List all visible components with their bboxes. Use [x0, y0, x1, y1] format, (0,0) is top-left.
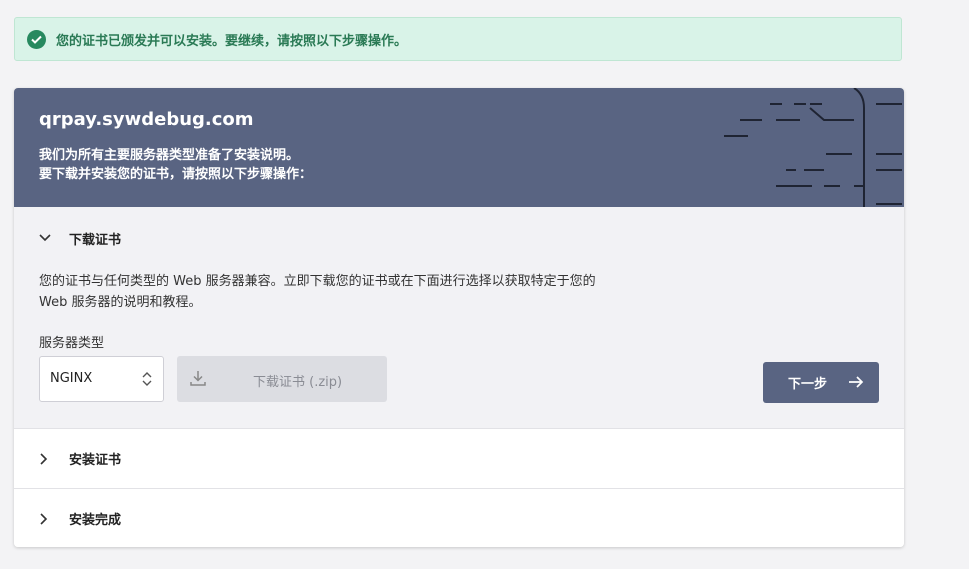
- header-subtitle-2: 要下载并安装您的证书，请按照以下步骤操作：: [39, 167, 313, 182]
- step-complete[interactable]: 安装完成: [14, 489, 904, 547]
- server-type-value: NGINX: [50, 371, 93, 386]
- chevron-right-icon[interactable]: [38, 512, 48, 526]
- download-label: 下载证书 (.zip): [253, 375, 343, 390]
- next-step-button[interactable]: 下一步: [763, 362, 879, 403]
- step-description: 您的证书与任何类型的 Web 服务器兼容。立即下载您的证书或在下面进行选择以获取…: [39, 274, 596, 310]
- server-type-select[interactable]: NGINX: [39, 356, 164, 402]
- chevron-right-icon[interactable]: [38, 452, 48, 466]
- check-circle-icon: [27, 29, 46, 49]
- arrow-right-icon: [849, 376, 864, 388]
- decorative-graphic-icon: [724, 88, 902, 207]
- domain-title: qrpay.sywdebug.com: [39, 109, 254, 130]
- step-title-download[interactable]: 下载证书: [69, 229, 121, 248]
- download-icon: [190, 371, 206, 386]
- header-subtitle-1: 我们为所有主要服务器类型准备了安装说明。: [39, 148, 300, 163]
- alert-text: 您的证书已颁发并可以安装。要继续，请按照以下步骤操作。: [56, 33, 408, 49]
- step-install[interactable]: 安装证书: [14, 429, 904, 489]
- download-certificate-button[interactable]: 下载证书 (.zip): [177, 356, 387, 402]
- card-header: qrpay.sywdebug.com 我们为所有主要服务器类型准备了安装说明。 …: [14, 88, 904, 207]
- chevron-down-icon[interactable]: [38, 233, 52, 243]
- step-title-complete[interactable]: 安装完成: [69, 509, 121, 528]
- step-download: 下载证书 您的证书与任何类型的 Web 服务器兼容。立即下载您的证书或在下面进行…: [14, 207, 904, 429]
- server-type-label: 服务器类型: [39, 336, 105, 351]
- chevron-updown-icon: [142, 372, 152, 386]
- success-alert: 您的证书已颁发并可以安装。要继续，请按照以下步骤操作。: [14, 17, 902, 61]
- certificate-install-card: qrpay.sywdebug.com 我们为所有主要服务器类型准备了安装说明。 …: [14, 88, 904, 547]
- next-label: 下一步: [788, 377, 828, 392]
- step-title-install[interactable]: 安装证书: [69, 449, 121, 468]
